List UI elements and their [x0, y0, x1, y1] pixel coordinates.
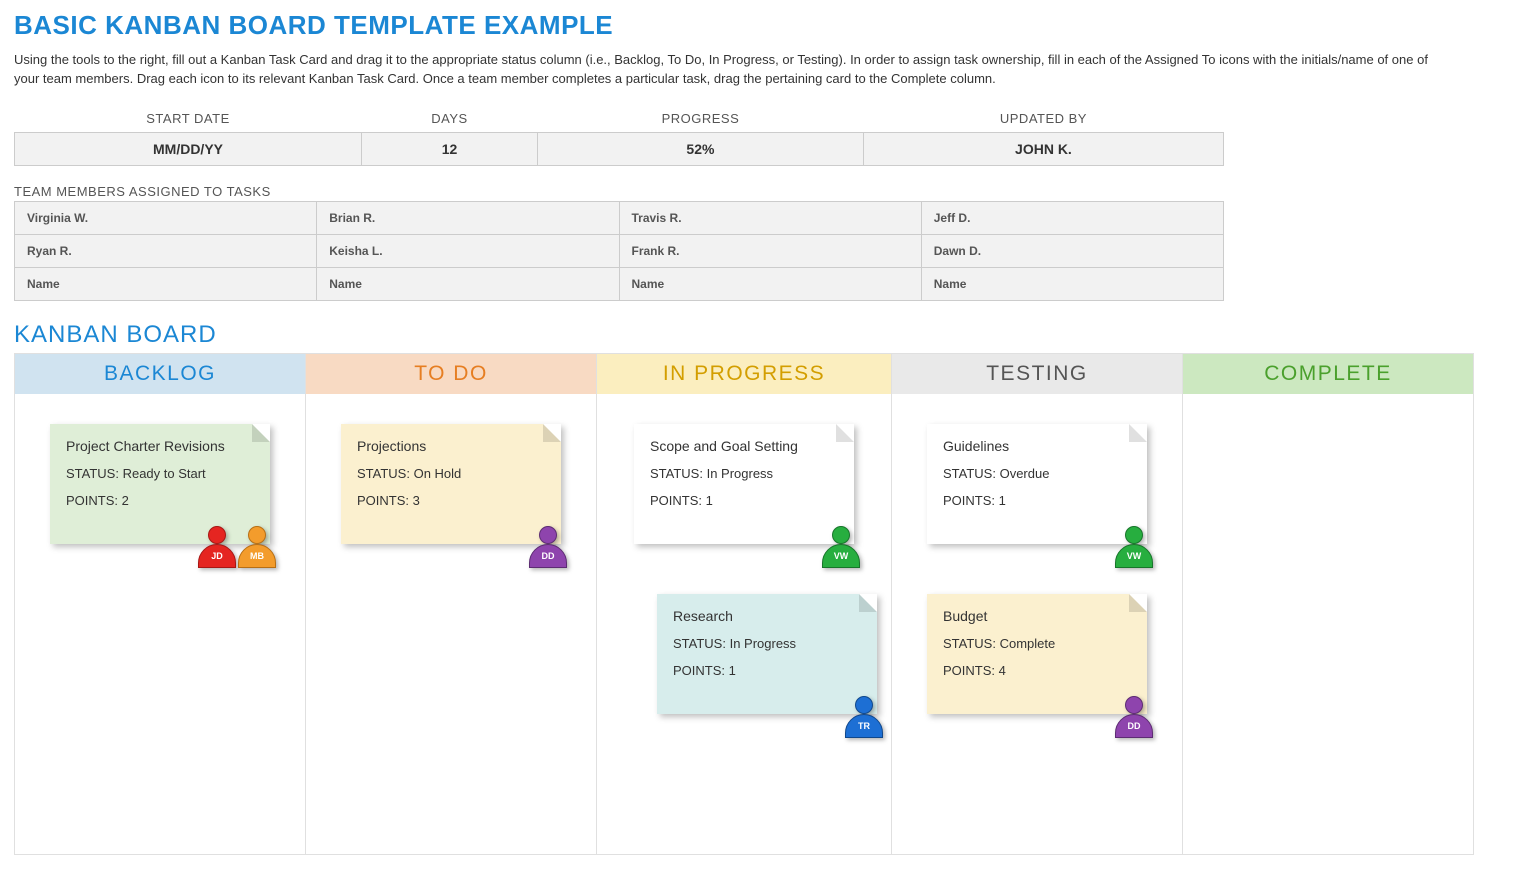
column-testing[interactable]: TESTING Guidelines STATUS: Overdue POINTS:…: [892, 353, 1183, 855]
meta-header-start: START DATE: [15, 105, 362, 133]
card-title: Projections: [357, 438, 545, 454]
team-member-cell[interactable]: Name: [317, 267, 619, 300]
meta-value-start[interactable]: MM/DD/YY: [15, 132, 362, 165]
meta-value-updated[interactable]: JOHN K.: [863, 132, 1223, 165]
team-section-label: TEAM MEMBERS ASSIGNED TO TASKS: [14, 184, 1523, 199]
card-points: POINTS: 1: [673, 663, 861, 678]
team-member-cell[interactable]: Ryan R.: [15, 234, 317, 267]
kanban-board: BACKLOG Project Charter Revisions STATUS:…: [14, 353, 1474, 855]
team-member-cell[interactable]: Name: [15, 267, 317, 300]
team-member-cell[interactable]: Name: [921, 267, 1223, 300]
card-points: POINTS: 3: [357, 493, 545, 508]
assignee-avatar-icon[interactable]: VW: [822, 526, 860, 568]
card-points: POINTS: 2: [66, 493, 254, 508]
team-table: Virginia W.Brian R.Travis R.Jeff D. Ryan …: [14, 201, 1224, 301]
team-member-cell[interactable]: Brian R.: [317, 201, 619, 234]
team-member-cell[interactable]: Keisha L.: [317, 234, 619, 267]
meta-table: START DATE DAYS PROGRESS UPDATED BY MM/D…: [14, 105, 1224, 166]
kanban-card[interactable]: BudgetSTATUS: CompletePOINTS: 4DD: [927, 594, 1147, 714]
page-title: BASIC KANBAN BOARD TEMPLATE EXAMPLE: [14, 10, 1523, 41]
assignee-avatar-icon[interactable]: TR: [845, 696, 883, 738]
column-backlog[interactable]: BACKLOG Project Charter Revisions STATUS:…: [14, 353, 306, 855]
card-title: Guidelines: [943, 438, 1131, 454]
team-member-cell[interactable]: Travis R.: [619, 201, 921, 234]
board-title: KANBAN BOARD: [14, 321, 1523, 349]
card-assignees: JDMB: [198, 526, 276, 568]
card-title: Scope and Goal Setting: [650, 438, 838, 454]
card-assignees: DD: [1115, 696, 1153, 738]
card-status: STATUS: In Progress: [650, 466, 838, 481]
column-header-testing: TESTING: [892, 354, 1182, 394]
column-todo[interactable]: TO DO Projections STATUS: On Hold POINTS: …: [306, 353, 597, 855]
meta-value-progress[interactable]: 52%: [537, 132, 863, 165]
card-status: STATUS: Ready to Start: [66, 466, 254, 481]
card-title: Project Charter Revisions: [66, 438, 254, 454]
card-status: STATUS: Complete: [943, 636, 1131, 651]
card-title: Research: [673, 608, 861, 624]
kanban-card[interactable]: ResearchSTATUS: In ProgressPOINTS: 1TR: [657, 594, 877, 714]
meta-value-days[interactable]: 12: [362, 132, 538, 165]
card-title: Budget: [943, 608, 1131, 624]
column-complete[interactable]: COMPLETE: [1183, 353, 1474, 855]
card-assignees: DD: [529, 526, 567, 568]
card-status: STATUS: In Progress: [673, 636, 861, 651]
team-member-cell[interactable]: Name: [619, 267, 921, 300]
team-member-cell[interactable]: Frank R.: [619, 234, 921, 267]
column-header-complete: COMPLETE: [1183, 354, 1473, 394]
column-in-progress[interactable]: IN PROGRESS Scope and Goal Setting STATUS…: [597, 353, 892, 855]
assignee-avatar-icon[interactable]: DD: [529, 526, 567, 568]
team-member-cell[interactable]: Jeff D.: [921, 201, 1223, 234]
team-member-cell[interactable]: Dawn D.: [921, 234, 1223, 267]
meta-header-progress: PROGRESS: [537, 105, 863, 133]
card-status: STATUS: Overdue: [943, 466, 1131, 481]
kanban-card[interactable]: GuidelinesSTATUS: OverduePOINTS: 1VW: [927, 424, 1147, 544]
column-header-todo: TO DO: [306, 354, 596, 394]
assignee-avatar-icon[interactable]: DD: [1115, 696, 1153, 738]
column-header-backlog: BACKLOG: [15, 354, 305, 394]
kanban-card[interactable]: Scope and Goal Setting STATUS: In Progres…: [634, 424, 854, 544]
card-status: STATUS: On Hold: [357, 466, 545, 481]
kanban-card[interactable]: Project Charter Revisions STATUS: Ready t…: [50, 424, 270, 544]
page-description: Using the tools to the right, fill out a…: [14, 51, 1444, 89]
card-points: POINTS: 1: [943, 493, 1131, 508]
assignee-avatar-icon[interactable]: MB: [238, 526, 276, 568]
column-header-progress: IN PROGRESS: [597, 354, 891, 394]
meta-header-updated: UPDATED BY: [863, 105, 1223, 133]
card-assignees: VW: [822, 526, 860, 568]
card-assignees: VW: [1115, 526, 1153, 568]
card-points: POINTS: 1: [650, 493, 838, 508]
kanban-card[interactable]: ProjectionsSTATUS: On HoldPOINTS: 3DD: [341, 424, 561, 544]
team-member-cell[interactable]: Virginia W.: [15, 201, 317, 234]
card-points: POINTS: 4: [943, 663, 1131, 678]
assignee-avatar-icon[interactable]: JD: [198, 526, 236, 568]
card-assignees: TR: [845, 696, 883, 738]
meta-header-days: DAYS: [362, 105, 538, 133]
assignee-avatar-icon[interactable]: VW: [1115, 526, 1153, 568]
